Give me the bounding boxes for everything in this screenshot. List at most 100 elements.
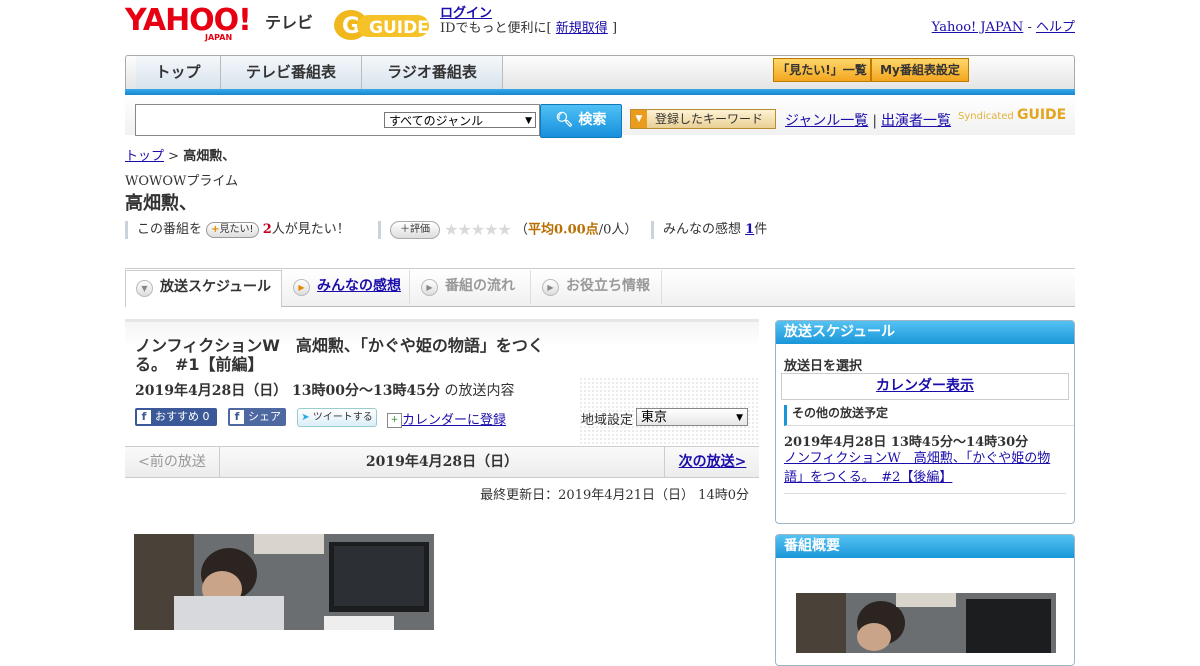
episode-airtime: 2019年4月28日（日） 13時00分～13時45分 の放送内容 xyxy=(135,380,514,400)
registered-keywords-label: 登録したキーワード xyxy=(655,112,764,126)
impressions-count-link[interactable]: 1 xyxy=(745,222,754,237)
facebook-recommend-label: おすすめ 0 xyxy=(155,410,210,423)
tweet-label: ツイートする xyxy=(312,412,373,423)
summary-photo-image xyxy=(796,593,1056,653)
gguide-logo: G GUIDE xyxy=(333,8,433,42)
plus-icon: ＋ xyxy=(400,224,410,235)
calendar-register-link: カレンダーに登録 xyxy=(402,413,507,428)
want-button-label: 見たい! xyxy=(219,223,254,235)
facebook-recommend-button[interactable]: f おすすめ 0 xyxy=(135,408,217,426)
registered-keywords-button[interactable]: ▼ 登録したキーワード xyxy=(630,109,776,129)
page: YAHOO! JAPAN テレビ G GUIDE ログイン IDでもっと便利に[… xyxy=(125,0,1075,666)
tab-program-flow[interactable]: ▶ 番組の流れ xyxy=(411,270,531,304)
syndicated-label: Syndicated xyxy=(958,111,1014,122)
program-photo xyxy=(134,534,434,630)
schedule-box: 放送スケジュール 放送日を選択 カレンダー表示 その他の放送予定 2019年4月… xyxy=(775,320,1075,524)
program-summary-box: 番組概要 xyxy=(775,534,1075,666)
previous-broadcast: <前の放送 xyxy=(125,447,220,477)
facebook-icon: f xyxy=(230,410,244,424)
section-divider xyxy=(125,268,1075,269)
rating-stat: ＋評価 ★★★★★ （平均0.00点/0人） xyxy=(378,221,637,239)
share-row: f おすすめ 0 f シェア ➤ ツイートする + カレンダーに登録 地域設定 東京 … xyxy=(135,408,755,428)
section-tabs: ▼ 放送スケジュール ▶ みんなの感想 ▶ 番組の流れ ▶ お役立ち情報 xyxy=(125,270,1075,307)
program-photo-image xyxy=(134,534,434,630)
schedule-box-title: 放送スケジュール xyxy=(776,321,1074,344)
rating-stars-icon: ★★★★★ xyxy=(444,220,512,239)
logo-text: YAHOO! xyxy=(125,3,252,38)
current-broadcast-date: 2019年4月28日（日） xyxy=(365,454,519,470)
login-note: IDでもっと便利に[ xyxy=(440,21,552,36)
plus-icon: + xyxy=(211,223,220,235)
nav-tab-top[interactable]: トップ xyxy=(136,56,221,90)
chevron-down-icon: ▼ xyxy=(136,280,153,297)
calendar-display-label: カレンダー表示 xyxy=(876,378,974,394)
tweet-button[interactable]: ➤ ツイートする xyxy=(297,408,377,427)
nav-tab-tv-listings[interactable]: テレビ番組表 xyxy=(221,56,362,90)
gguide-text: GUIDE xyxy=(369,18,429,38)
calendar-add-icon: + xyxy=(387,413,402,428)
want-prefix: この番組を xyxy=(137,222,203,237)
avg-open: （ xyxy=(515,222,529,238)
genre-select-value: すべてのジャンル xyxy=(389,114,484,128)
play-icon: ▶ xyxy=(421,279,438,296)
other-broadcast-date: 2019年4月28日 13時45分～14時30分 xyxy=(784,435,1029,450)
broadcast-pager: <前の放送 2019年4月28日（日） 次の放送> xyxy=(125,446,759,478)
other-broadcast-link[interactable]: ノンフィクションW 高畑勲、「かぐや姫の物語」をつくる。 #2【後編】 xyxy=(784,449,1064,487)
help-link[interactable]: ヘルプ xyxy=(1036,20,1075,35)
login-close: ] xyxy=(611,21,618,36)
search-button[interactable]: 🔍︎ 検索 xyxy=(540,104,622,138)
summary-photo xyxy=(796,593,1056,653)
header-links: Yahoo! JAPAN - ヘルプ xyxy=(932,16,1075,35)
gguide-logo-icon: G GUIDE xyxy=(334,10,429,40)
search-links: ジャンル一覧 | 出演者一覧 xyxy=(785,110,951,130)
rate-button[interactable]: ＋評価 xyxy=(390,221,440,239)
want-count: 2 xyxy=(262,222,272,237)
calendar-register[interactable]: + カレンダーに登録 xyxy=(387,409,506,428)
login-link[interactable]: ログイン xyxy=(440,6,492,21)
calendar-display-button[interactable]: カレンダー表示 xyxy=(781,373,1069,400)
program-summary-title: 番組概要 xyxy=(776,535,1074,558)
next-broadcast-label: 次の放送> xyxy=(678,454,747,470)
last-updated: 最終更新日：2019年4月21日（日） 14時0分 xyxy=(480,488,749,503)
twitter-bird-icon: ➤ xyxy=(301,412,310,423)
want-stat: この番組を +見たい! 2人が見たい！ xyxy=(125,221,350,239)
signup-link[interactable]: 新規取得 xyxy=(556,21,608,36)
average-count: /0人） xyxy=(598,222,638,238)
region-label: 地域設定 xyxy=(581,413,634,428)
impressions-stat: みんなの感想 1件 xyxy=(651,221,767,239)
my-listings-settings-button[interactable]: My番組表設定 xyxy=(871,58,969,82)
search-button-label: 検索 xyxy=(578,112,607,128)
want-list-button[interactable]: 「見たい!」一覧 xyxy=(773,58,871,82)
tab-useful-info[interactable]: ▶ お役立ち情報 xyxy=(532,270,662,304)
facebook-share-label: シェア xyxy=(248,410,281,423)
facebook-share-button[interactable]: f シェア xyxy=(228,408,286,426)
breadcrumb-top-link[interactable]: トップ xyxy=(125,149,164,164)
region-select[interactable]: 東京 ▼ xyxy=(636,408,748,426)
want-button[interactable]: +見たい! xyxy=(206,221,259,238)
genre-list-link[interactable]: ジャンル一覧 xyxy=(785,113,868,129)
breadcrumb-separator: > xyxy=(168,149,180,164)
tab-label: みんなの感想 xyxy=(317,278,401,294)
dropdown-arrow-icon: ▼ xyxy=(525,116,532,126)
episode-title: ノンフィクションW 高畑勲、「かぐや姫の物語」をつくる。 #1【前編】 xyxy=(135,336,544,374)
tab-impressions[interactable]: ▶ みんなの感想 xyxy=(283,270,410,304)
genre-select[interactable]: すべてのジャンル ▼ xyxy=(384,112,536,128)
average-score: 平均0.00点 xyxy=(528,222,599,238)
breadcrumb-current: 高畑勲、 xyxy=(183,149,236,164)
yahoo-japan-link[interactable]: Yahoo! JAPAN xyxy=(932,20,1024,35)
region-select-value: 東京 xyxy=(641,410,668,425)
impressions-label: みんなの感想 xyxy=(663,222,742,237)
yahoo-japan-logo[interactable]: YAHOO! JAPAN xyxy=(125,3,265,43)
main-nav: トップ テレビ番組表 ラジオ番組表 「見たい!」一覧 My番組表設定 xyxy=(125,55,1075,91)
nav-tab-radio-listings[interactable]: ラジオ番組表 xyxy=(362,56,503,90)
tab-broadcast-schedule[interactable]: ▼ 放送スケジュール xyxy=(125,270,282,307)
play-icon: ▶ xyxy=(542,279,559,296)
cast-list-link[interactable]: 出演者一覧 xyxy=(881,113,951,129)
tab-label: 番組の流れ xyxy=(445,278,515,294)
impressions-suffix: 件 xyxy=(754,222,768,237)
header-separator: - xyxy=(1027,20,1032,35)
tab-label: 放送スケジュール xyxy=(160,279,272,295)
logo-sub: JAPAN xyxy=(205,33,233,42)
next-broadcast-link[interactable]: 次の放送> xyxy=(664,447,760,477)
play-icon: ▶ xyxy=(293,279,310,296)
